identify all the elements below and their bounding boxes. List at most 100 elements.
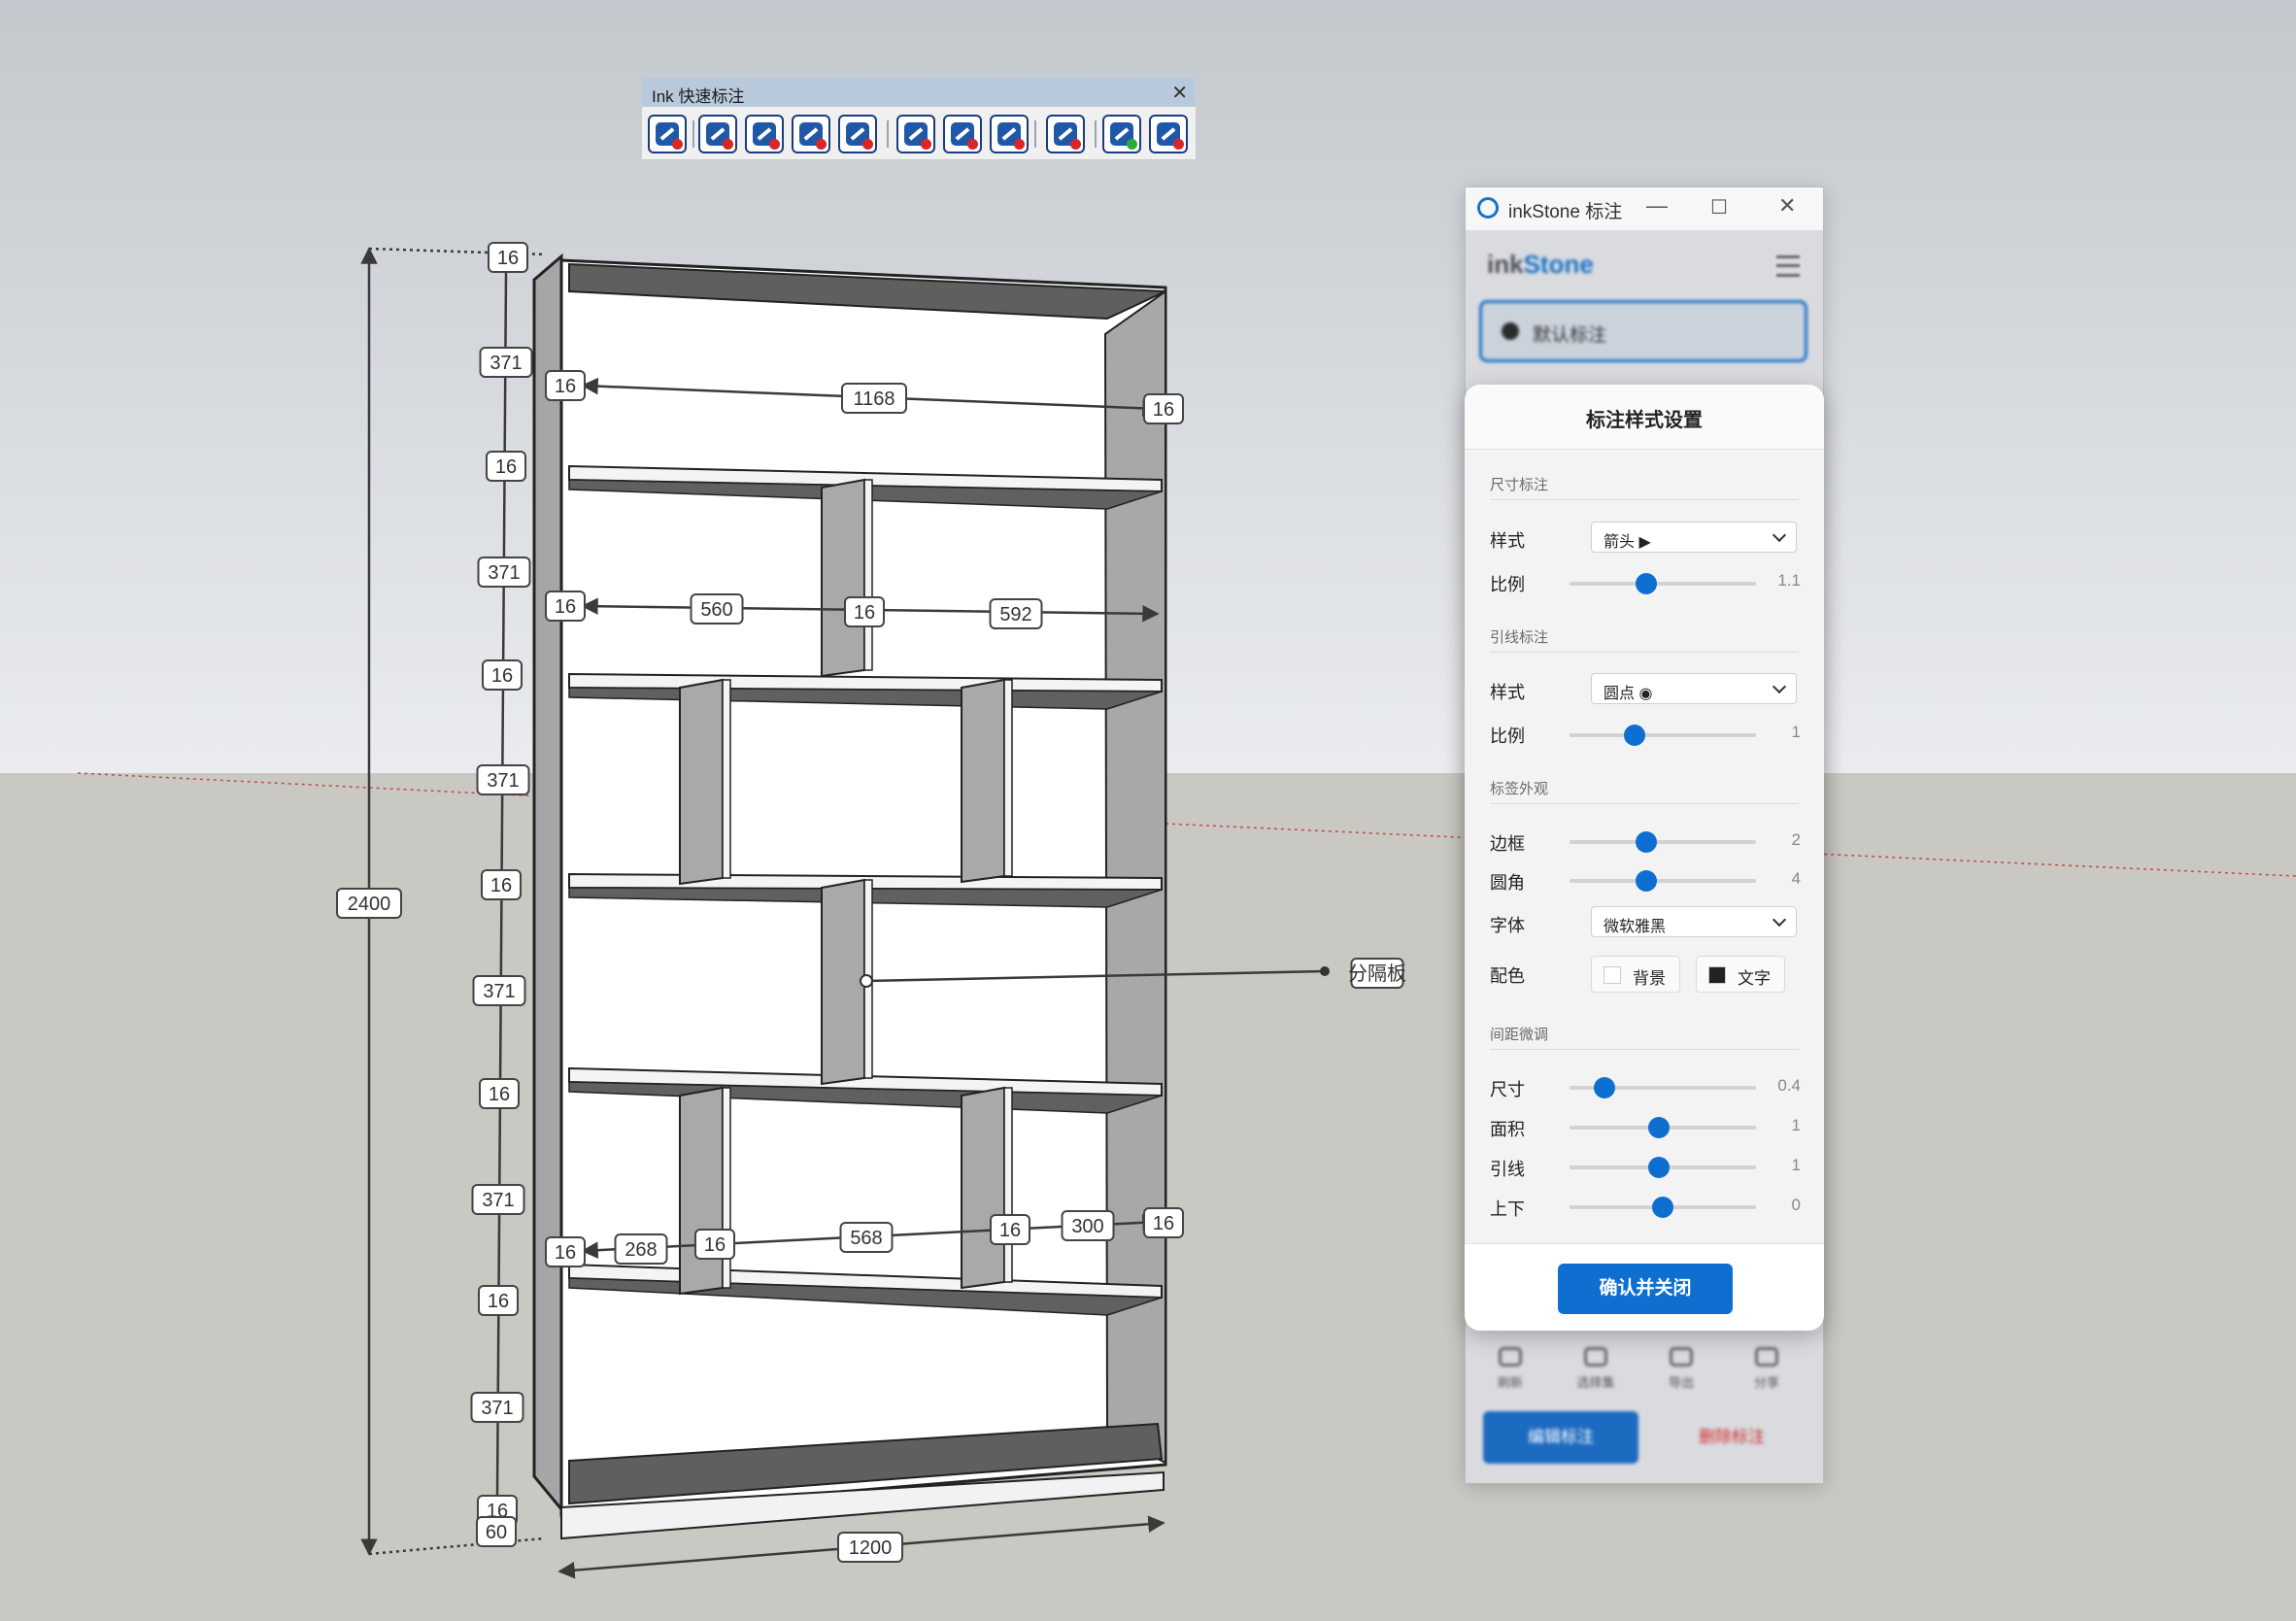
dimension-tag[interactable]: 16 <box>545 370 586 401</box>
overall-width-tag[interactable]: 1200 <box>837 1532 903 1563</box>
divider-panel <box>961 678 1005 884</box>
toolbar-button-area-label[interactable] <box>896 115 935 153</box>
row5-dimension-tag[interactable]: 568 <box>839 1222 894 1253</box>
slider-thumb[interactable] <box>1648 1117 1671 1138</box>
model-scene[interactable]: 2400163711637116371163711637116371166012… <box>0 0 2296 1616</box>
toolbar-button-dimension-baseline[interactable] <box>838 115 877 153</box>
dimension-tag[interactable]: 592 <box>989 598 1043 629</box>
leader-spacing-slider[interactable] <box>1570 1157 1756 1178</box>
toolbar-button-dimension-auto[interactable] <box>648 115 687 153</box>
delete-annotation-button[interactable]: 删除标注 <box>1654 1411 1809 1464</box>
row5-dimension-tag[interactable]: 268 <box>614 1233 668 1265</box>
svg-text:16: 16 <box>1153 1213 1174 1234</box>
svg-text:16: 16 <box>491 665 513 687</box>
left-dimension-tag[interactable]: 16 <box>478 1285 519 1316</box>
chevron-down-icon <box>1772 527 1787 543</box>
updown-slider[interactable] <box>1570 1197 1756 1218</box>
dim-style-label: 样式 <box>1490 531 1525 551</box>
left-dimension-tag[interactable]: 16 <box>482 659 523 691</box>
leader-tag[interactable]: 分隔板 <box>1348 958 1406 989</box>
radius-slider[interactable] <box>1570 870 1756 892</box>
selection-icon <box>1584 1347 1607 1367</box>
slider-thumb[interactable] <box>1594 1077 1616 1098</box>
toolbar-button-dimension-aligned[interactable] <box>745 115 784 153</box>
toolbar-titlebar[interactable]: Ink 快速标注 ✕ <box>642 78 1196 107</box>
svg-text:16: 16 <box>489 1084 510 1105</box>
text-color-button[interactable]: 文字 <box>1696 956 1785 993</box>
share-button[interactable]: 分享 <box>1741 1345 1792 1396</box>
size-slider[interactable] <box>1570 1077 1756 1098</box>
sketchup-viewport[interactable]: 2400 16 371 16 371 16 371 16 371 16 371 16 371 16 60 12… <box>0 0 2296 1616</box>
area-slider[interactable] <box>1570 1117 1756 1138</box>
minimize-icon[interactable]: — <box>1646 193 1668 219</box>
dimension-tag[interactable]: 1168 <box>841 383 907 414</box>
menu-icon[interactable] <box>1776 255 1800 277</box>
layer-label: 默认标注 <box>1533 325 1607 346</box>
toolbar-button-text-leader[interactable] <box>1046 115 1085 153</box>
slider-thumb[interactable] <box>1624 725 1646 746</box>
left-dimension-tag[interactable]: 16 <box>481 869 522 900</box>
maximize-icon[interactable]: ☐ <box>1710 195 1728 220</box>
dimension-tag[interactable]: 16 <box>545 591 586 622</box>
left-dimension-tag[interactable]: 60 <box>476 1516 517 1547</box>
overall-height-tag[interactable]: 2400 <box>336 888 402 919</box>
panel-titlebar[interactable]: inkStone 标注 — ☐ ✕ <box>1466 187 1823 230</box>
dimension-tag[interactable]: 16 <box>1143 393 1184 424</box>
slider-thumb[interactable] <box>1635 573 1657 594</box>
leader-dot <box>1320 966 1330 976</box>
svg-text:568: 568 <box>850 1228 882 1249</box>
dimension-tag[interactable]: 560 <box>690 593 744 625</box>
leader-style-select[interactable]: 圆点 ◉ <box>1591 673 1797 704</box>
updown-label: 上下 <box>1490 1199 1525 1219</box>
leader-scale-slider[interactable] <box>1570 725 1756 746</box>
toolbar-button-show-labels[interactable] <box>1102 115 1141 153</box>
border-label: 边框 <box>1490 834 1525 854</box>
left-dimension-tag[interactable]: 16 <box>488 242 528 273</box>
left-dimension-tag[interactable]: 16 <box>479 1078 520 1109</box>
slider-thumb[interactable] <box>1635 870 1657 892</box>
confirm-close-button[interactable]: 确认并关闭 <box>1558 1264 1733 1314</box>
font-select[interactable]: 微软雅黑 <box>1591 906 1797 937</box>
toolbar-button-face-label[interactable] <box>943 115 982 153</box>
section-leader: 引线标注 <box>1490 629 1549 646</box>
left-dimension-tag[interactable]: 371 <box>472 975 526 1006</box>
left-dimension-tag[interactable]: 371 <box>470 1392 524 1423</box>
close-icon[interactable]: ✕ <box>1171 81 1188 105</box>
dialog-title: 标注样式设置 <box>1586 410 1703 431</box>
border-slider[interactable] <box>1570 831 1756 853</box>
close-icon[interactable]: ✕ <box>1778 193 1796 219</box>
dim-scale-slider[interactable] <box>1570 573 1756 594</box>
toolbar-button-delete-labels[interactable] <box>1149 115 1188 153</box>
dimension-tag[interactable]: 16 <box>844 596 885 627</box>
row5-dimension-tag[interactable]: 16 <box>1143 1207 1184 1238</box>
refresh-button[interactable]: 刷新 <box>1485 1345 1536 1396</box>
selection-button[interactable]: 选择集 <box>1570 1345 1621 1396</box>
background-color-button[interactable]: 背景 <box>1591 956 1680 993</box>
row5-dimension-tag[interactable]: 16 <box>694 1229 735 1260</box>
toolbar-button-surface-label[interactable] <box>990 115 1029 153</box>
dim-style-select[interactable]: 箭头 ▶ <box>1591 522 1797 553</box>
divider-edge <box>1003 679 1013 877</box>
slider-thumb[interactable] <box>1648 1157 1671 1178</box>
export-button[interactable]: 导出 <box>1656 1345 1706 1396</box>
leader-scale-label: 比例 <box>1490 726 1525 746</box>
slider-thumb[interactable] <box>1635 831 1657 853</box>
slider-thumb[interactable] <box>1652 1197 1673 1218</box>
size-value: 0.4 <box>1777 1076 1801 1095</box>
toolbar-button-dimension-chain[interactable] <box>792 115 830 153</box>
left-dimension-tag[interactable]: 16 <box>486 451 526 482</box>
left-dimension-tag[interactable]: 371 <box>477 557 531 588</box>
leader-spacing-value: 1 <box>1791 1156 1801 1174</box>
radius-label: 圆角 <box>1490 873 1525 893</box>
row5-dimension-tag[interactable]: 16 <box>545 1236 586 1267</box>
left-dimension-tag[interactable]: 371 <box>471 1184 525 1215</box>
layer-item[interactable]: 默认标注 <box>1479 300 1807 362</box>
edit-annotation-button[interactable]: 编辑标注 <box>1483 1411 1638 1464</box>
left-dimension-tag[interactable]: 371 <box>476 764 530 795</box>
svg-text:371: 371 <box>490 353 522 374</box>
left-dimension-tag[interactable]: 371 <box>479 347 533 378</box>
toolbar-button-dimension-linear[interactable] <box>698 115 737 153</box>
row5-dimension-tag[interactable]: 16 <box>990 1214 1030 1245</box>
divider-panel <box>961 1086 1005 1290</box>
row5-dimension-tag[interactable]: 300 <box>1061 1210 1115 1241</box>
